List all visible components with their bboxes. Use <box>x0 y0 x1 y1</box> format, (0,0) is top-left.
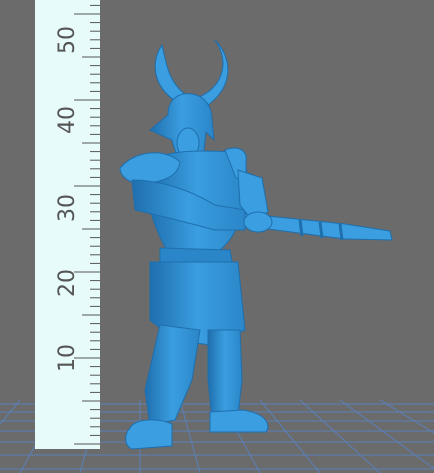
belt <box>159 247 233 263</box>
left-leg <box>144 324 201 426</box>
hand <box>243 211 273 233</box>
ruler-label-20: 20 <box>55 269 80 297</box>
ruler-label-40: 40 <box>55 106 80 134</box>
ruler-background <box>35 0 100 449</box>
left-boot <box>125 419 173 450</box>
3d-model-figure[interactable] <box>119 39 393 450</box>
ruler-label-50: 50 <box>55 26 80 54</box>
right-leg <box>207 329 243 419</box>
ruler-label-10: 10 <box>55 344 80 372</box>
measurement-ruler: 10 20 30 40 50 <box>35 0 100 449</box>
right-boot <box>209 409 269 433</box>
ruler-label-30: 30 <box>55 194 80 222</box>
